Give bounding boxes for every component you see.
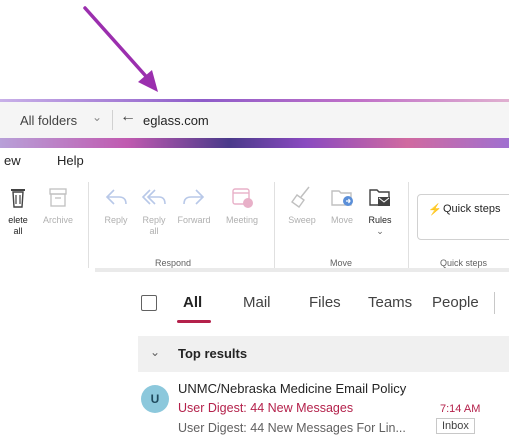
ribbon-separator — [274, 182, 275, 268]
lightning-icon: ⚡ — [428, 204, 442, 216]
group-label-respond: Respond — [155, 258, 192, 268]
delete-all-button[interactable]: elete all — [0, 182, 40, 237]
menu-help[interactable]: Help — [57, 153, 84, 168]
email-preview: User Digest: 44 New Messages For Lin... — [178, 421, 406, 435]
ribbon-separator — [88, 182, 89, 268]
chevron-down-icon[interactable]: ⌄ — [358, 226, 402, 237]
reply-all-icon — [141, 189, 166, 205]
theme-banner — [0, 138, 509, 148]
reply-all-button[interactable]: Reply all — [132, 182, 176, 237]
list-item[interactable]: U UNMC/Nebraska Medicine Email Policy Us… — [138, 376, 509, 440]
scope-divider — [112, 110, 113, 130]
folder-badge[interactable]: Inbox — [436, 418, 475, 434]
annotation-arrow — [83, 6, 158, 92]
rules-button[interactable]: Rules ⌄ — [358, 182, 402, 237]
group-label-quick-steps: Quick steps — [440, 258, 488, 268]
forward-button[interactable]: Forward — [172, 182, 216, 226]
sweep-icon — [291, 186, 310, 208]
ribbon-shadow — [95, 268, 509, 272]
archive-button[interactable]: Archive — [36, 182, 80, 226]
email-sender: UNMC/Nebraska Medicine Email Policy — [178, 381, 407, 396]
back-arrow-icon[interactable]: ← — [120, 108, 136, 126]
tab-files[interactable]: Files — [309, 294, 341, 311]
select-all-checkbox[interactable] — [141, 295, 157, 311]
menu-view[interactable]: ew — [4, 153, 21, 168]
menu-bar: ew Help — [0, 148, 509, 172]
tab-all[interactable]: All — [183, 294, 202, 311]
group-label-move: Move — [330, 258, 353, 268]
sweep-button[interactable]: Sweep — [280, 182, 324, 226]
ribbon-separator — [408, 182, 409, 268]
email-subject: User Digest: 44 New Messages — [178, 401, 354, 415]
quick-steps-gallery[interactable]: ⚡ Quick steps — [417, 194, 509, 240]
email-time: 7:14 AM — [440, 403, 481, 415]
avatar: U — [141, 385, 169, 413]
ribbon: elete all Archive Reply Reply all Forwar… — [0, 174, 509, 270]
search-bar[interactable]: All folders ⌄ ← eglass.com — [0, 102, 509, 138]
top-results-header[interactable]: ⌄ Top results — [138, 336, 509, 372]
tab-people[interactable]: People — [432, 294, 479, 311]
chevron-down-icon[interactable]: ⌄ — [92, 110, 102, 124]
archive-icon — [49, 188, 67, 207]
search-tabs: All Mail Files Teams People — [100, 282, 509, 326]
move-icon — [331, 190, 353, 206]
section-title: Top results — [178, 346, 248, 361]
reply-icon — [105, 189, 127, 205]
active-tab-indicator — [177, 320, 211, 323]
search-input[interactable]: eglass.com — [143, 113, 209, 128]
meeting-icon — [232, 188, 253, 208]
tab-mail[interactable]: Mail — [243, 294, 271, 311]
rules-icon — [369, 189, 390, 206]
folder-scope-dropdown[interactable]: All folders — [20, 113, 77, 128]
trash-icon — [11, 189, 25, 208]
meeting-button[interactable]: Meeting — [220, 182, 264, 226]
tab-teams[interactable]: Teams — [368, 294, 412, 311]
chevron-down-icon[interactable]: ⌄ — [150, 345, 160, 359]
tabs-divider — [494, 292, 495, 314]
forward-icon — [183, 189, 205, 205]
